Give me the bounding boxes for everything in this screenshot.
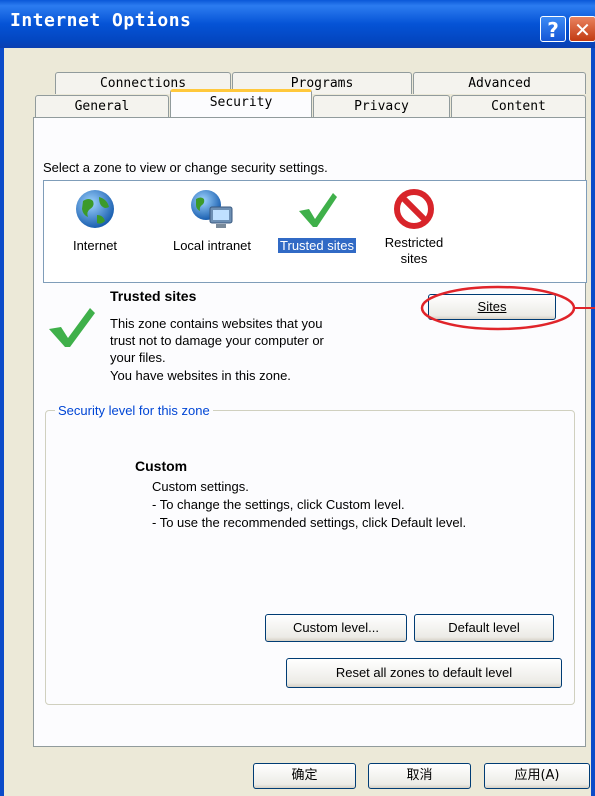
prohibited-icon: [394, 189, 434, 229]
zone-info-desc-line: trust not to damage your computer or: [110, 333, 324, 348]
cancel-button[interactable]: 取消: [368, 763, 471, 789]
zone-internet[interactable]: Internet: [60, 187, 130, 254]
zone-restricted-sites[interactable]: Restricted sites: [374, 187, 454, 267]
title-bar[interactable]: Internet Options ? ✕: [0, 0, 595, 48]
zone-local-intranet[interactable]: Local intranet: [157, 187, 267, 254]
default-level-label: Default level: [448, 620, 520, 635]
close-button[interactable]: ✕: [569, 16, 595, 42]
ok-button[interactable]: 确定: [253, 763, 356, 789]
window-title: Internet Options: [10, 10, 192, 31]
checkmark-icon: [299, 193, 337, 227]
tab-content[interactable]: Content: [451, 95, 586, 117]
internet-options-window: Internet Options ? ✕ Connections Program…: [0, 0, 595, 796]
security-level-line: - To change the settings, click Custom l…: [152, 497, 405, 512]
zone-info-title: Trusted sites: [110, 288, 197, 304]
tab-security[interactable]: Security: [170, 89, 312, 117]
custom-level-button[interactable]: Custom level...: [265, 614, 407, 642]
zone-trusted-sites-label: Trusted sites: [278, 238, 356, 253]
custom-level-label: Custom level...: [293, 620, 379, 635]
security-level-line: - To use the recommended settings, click…: [152, 515, 467, 530]
intranet-icon: [191, 190, 233, 228]
window-border-right: [591, 48, 595, 796]
security-level-line: Custom settings.: [152, 479, 249, 494]
trusted-sites-checkmark-icon: [49, 308, 95, 347]
tab-advanced[interactable]: Advanced: [413, 72, 586, 94]
zone-restricted-sites-label: Restricted sites: [384, 235, 444, 266]
zone-internet-label: Internet: [72, 238, 118, 253]
apply-button[interactable]: 应用(A): [484, 763, 590, 789]
annotation-ellipse: [420, 285, 595, 331]
zone-info-desc-line: your files.: [110, 350, 166, 365]
zone-prompt: Select a zone to view or change security…: [43, 160, 328, 175]
tab-privacy[interactable]: Privacy: [313, 95, 450, 117]
default-level-button[interactable]: Default level: [414, 614, 554, 642]
security-level-group-label: Security level for this zone: [55, 403, 213, 418]
zone-list: Internet Local intranet Trusted sites Re…: [43, 180, 587, 283]
zone-info-desc-line: This zone contains websites that you: [110, 316, 323, 331]
zone-trusted-sites[interactable]: Trusted sites: [267, 187, 367, 254]
zone-local-intranet-label: Local intranet: [172, 238, 252, 253]
tab-general[interactable]: General: [35, 95, 169, 117]
zone-info-desc-line: You have websites in this zone.: [110, 368, 291, 383]
globe-icon: [76, 190, 114, 228]
security-level-title: Custom: [135, 458, 188, 474]
reset-all-zones-label: Reset all zones to default level: [335, 665, 513, 680]
help-button[interactable]: ?: [540, 16, 566, 42]
window-border-left: [0, 48, 4, 796]
reset-all-zones-button[interactable]: Reset all zones to default level: [286, 658, 562, 688]
